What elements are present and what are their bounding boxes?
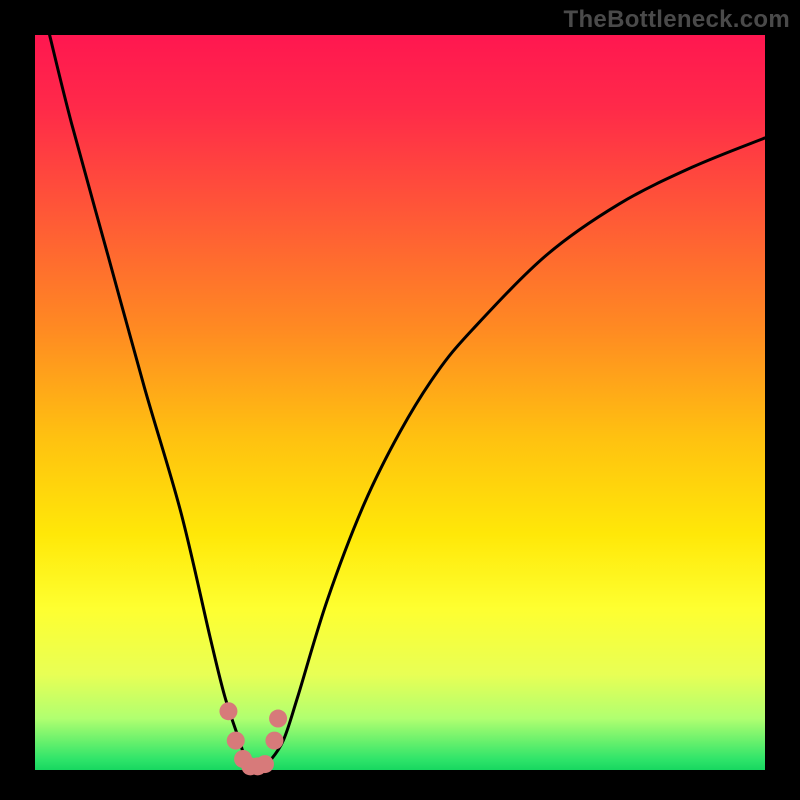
bottleneck-chart — [0, 0, 800, 800]
highlight-dot — [256, 755, 274, 773]
highlight-dot — [265, 732, 283, 750]
chart-frame: TheBottleneck.com — [0, 0, 800, 800]
highlight-dot — [219, 702, 237, 720]
watermark-text: TheBottleneck.com — [564, 6, 790, 34]
gradient-background — [35, 35, 765, 770]
highlight-dot — [227, 732, 245, 750]
highlight-dot — [269, 710, 287, 728]
